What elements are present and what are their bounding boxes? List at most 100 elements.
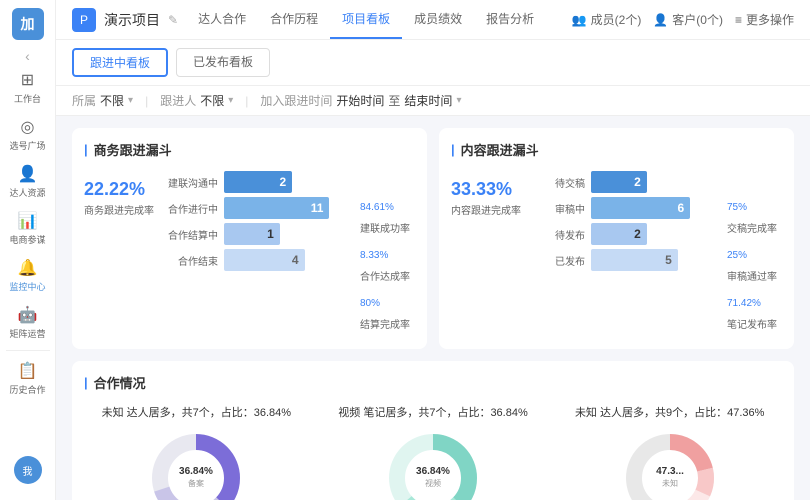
- filter-belong[interactable]: 所属 不限 ▾: [72, 92, 133, 109]
- bar-label-2: 合作结算中: [166, 227, 218, 242]
- more-button[interactable]: ≡ 更多操作: [735, 11, 794, 28]
- funnels-section: 商务跟进漏斗 22.22% 商务跟进完成率 建联沟通中 2: [72, 128, 794, 349]
- belong-value: 不限: [100, 92, 124, 109]
- time-chevron: ▾: [456, 95, 461, 106]
- bar-3: 4: [224, 249, 305, 271]
- rate-item-2: 80% 结算完成率: [360, 293, 415, 337]
- influencer-icon: 👤: [18, 164, 38, 184]
- table-row: 合作结束 4: [166, 249, 348, 271]
- bar-num-0: 2: [280, 175, 287, 189]
- table-row: 建联沟通中 2: [166, 171, 348, 193]
- cbar-wrap-1: 6: [591, 197, 715, 219]
- business-big-label: 商务跟进完成率: [84, 202, 154, 217]
- monitor-icon: 🔔: [18, 258, 38, 278]
- donut-subtitle-1: 视频 笔记居多，共7个，占比：36.84%: [338, 404, 527, 420]
- content-funnel-bars: 待交稿 2 审稿中 6: [533, 171, 715, 271]
- donut-section-2: 未知 达人居多，共9个，占比：47.36% 47.3... 未知 21.05%: [557, 404, 782, 500]
- cbar-1: 6: [591, 197, 690, 219]
- main-content: P 演示项目 ✎ 达人合作 合作历程 项目看板 成员绩效 报告分析 👥 成员(2…: [56, 0, 810, 500]
- sidebar-item-workspace[interactable]: ⊞ 工作台: [0, 64, 55, 111]
- filter-divider-1: |: [145, 94, 148, 108]
- business-funnel-card: 商务跟进漏斗 22.22% 商务跟进完成率 建联沟通中 2: [72, 128, 427, 349]
- cbar-label-0: 待交稿: [533, 175, 585, 190]
- cooperation-card: 合作情况 未知 达人居多，共7个，占比：36.84% 36.84% 备案: [72, 361, 794, 500]
- tab-project-board[interactable]: 项目看板: [330, 0, 402, 39]
- sidebar: 加 ‹ ⊞ 工作台 ◎ 选号广场 👤 达人资源 📊 电商参谋 🔔 监控中心 🤖 …: [0, 0, 56, 500]
- cbar-label-2: 待发布: [533, 227, 585, 242]
- tab-member-performance[interactable]: 成员绩效: [402, 0, 474, 39]
- cbar-num-3: 5: [665, 253, 672, 267]
- workspace-icon: ⊞: [18, 70, 38, 90]
- donut-subtitle-2: 未知 达人居多，共9个，占比：47.36%: [575, 404, 764, 420]
- subtab-published[interactable]: 已发布看板: [176, 48, 270, 77]
- table-row: 待交稿 2: [533, 171, 715, 193]
- table-row: 已发布 5: [533, 249, 715, 271]
- charts-row: 未知 达人居多，共7个，占比：36.84% 36.84% 备案 36.84%左 …: [84, 404, 782, 500]
- bar-label-0: 建联沟通中: [166, 175, 218, 190]
- sidebar-item-influencer[interactable]: 👤 达人资源: [0, 158, 55, 205]
- filter-time[interactable]: 加入跟进时间 开始时间 至 结束时间 ▾: [260, 92, 461, 109]
- belong-chevron: ▾: [128, 95, 133, 106]
- nav-tabs: 达人合作 合作历程 项目看板 成员绩效 报告分析: [186, 0, 546, 39]
- content-funnel-content: 33.33% 内容跟进完成率 待交稿 2: [451, 171, 782, 337]
- cbar-3: 5: [591, 249, 678, 271]
- page-content: 商务跟进漏斗 22.22% 商务跟进完成率 建联沟通中 2: [56, 116, 810, 500]
- filter-tracker[interactable]: 跟进人 不限 ▾: [160, 92, 233, 109]
- sidebar-item-matrix[interactable]: 🤖 矩阵运营: [0, 299, 55, 346]
- filter-divider-2: |: [245, 94, 248, 108]
- donut-section-0: 未知 达人居多，共7个，占比：36.84% 36.84% 备案 36.84%左 …: [84, 404, 309, 500]
- sidebar-item-ecommerce[interactable]: 📊 电商参谋: [0, 205, 55, 252]
- tab-collab-history[interactable]: 合作历程: [258, 0, 330, 39]
- filter-bar: 所属 不限 ▾ | 跟进人 不限 ▾ | 加入跟进时间 开始时间 至 结束时间 …: [56, 86, 810, 116]
- content-funnel-card: 内容跟进漏斗 33.33% 内容跟进完成率 待交稿 2: [439, 128, 794, 349]
- clients-button[interactable]: 👤 客户(0个): [653, 11, 723, 28]
- bar-num-3: 4: [292, 253, 299, 267]
- sidebar-item-selection[interactable]: ◎ 选号广场: [0, 111, 55, 158]
- back-button[interactable]: ‹: [21, 48, 34, 64]
- selection-icon: ◎: [18, 117, 38, 137]
- donut-svg-1: 36.84% 视频: [383, 428, 483, 500]
- matrix-icon: 🤖: [18, 305, 38, 325]
- end-time-value: 结束时间: [404, 92, 452, 109]
- user-avatar[interactable]: 我: [14, 456, 42, 484]
- rate-item-1: 8.33% 合作达成率: [360, 245, 415, 289]
- cbar-0: 2: [591, 171, 647, 193]
- donut-chart-0: 36.84% 备案: [146, 428, 246, 500]
- members-button[interactable]: 👥 成员(2个): [572, 11, 642, 28]
- rate-item-0: 84.61% 建联成功率: [360, 197, 415, 241]
- bar-wrap-0: 2: [224, 171, 348, 193]
- cbar-wrap-2: 2: [591, 223, 715, 245]
- nav-right: 👥 成员(2个) 👤 客户(0个) ≡ 更多操作: [572, 11, 794, 28]
- time-label: 加入跟进时间: [260, 92, 332, 109]
- menu-icon: ≡: [735, 13, 742, 27]
- sidebar-item-history[interactable]: 📋 历史合作: [0, 355, 55, 402]
- business-big-rate: 22.22%: [84, 179, 145, 200]
- table-row: 待发布 2: [533, 223, 715, 245]
- bar-wrap-3: 4: [224, 249, 348, 271]
- project-title: 演示项目: [104, 10, 160, 30]
- start-time-value: 开始时间: [336, 92, 384, 109]
- sidebar-item-monitor[interactable]: 🔔 监控中心: [0, 252, 55, 299]
- cbar-wrap-0: 2: [591, 171, 715, 193]
- sidebar-divider: [6, 350, 50, 351]
- tab-report-analysis[interactable]: 报告分析: [474, 0, 546, 39]
- donut-subtitle-0: 未知 达人居多，共7个，占比：36.84%: [102, 404, 291, 420]
- table-row: 合作结算中 1: [166, 223, 348, 245]
- project-icon: P: [72, 8, 96, 32]
- subtab-in-progress[interactable]: 跟进中看板: [72, 48, 168, 77]
- svg-text:47.3...: 47.3...: [656, 466, 684, 477]
- cbar-num-0: 2: [634, 175, 641, 189]
- tab-influencer-collab[interactable]: 达人合作: [186, 0, 258, 39]
- client-icon: 👤: [653, 13, 668, 27]
- business-rates-right: 84.61% 建联成功率 8.33% 合作达成率 80% 结算完成率: [360, 171, 415, 337]
- content-funnel-title: 内容跟进漏斗: [451, 140, 782, 159]
- edit-icon[interactable]: ✎: [168, 13, 178, 27]
- cbar-wrap-3: 5: [591, 249, 715, 271]
- tracker-label: 跟进人: [160, 92, 196, 109]
- top-navigation: P 演示项目 ✎ 达人合作 合作历程 项目看板 成员绩效 报告分析 👥 成员(2…: [56, 0, 810, 40]
- content-big-rate: 33.33%: [451, 179, 512, 200]
- sidebar-logo: 加: [12, 8, 44, 40]
- donut-svg-2: 47.3... 未知: [620, 428, 720, 500]
- content-rates-right: 75% 交稿完成率 25% 审稿通过率 71.42% 笔记发布率: [727, 171, 782, 337]
- time-to: 至: [388, 92, 400, 109]
